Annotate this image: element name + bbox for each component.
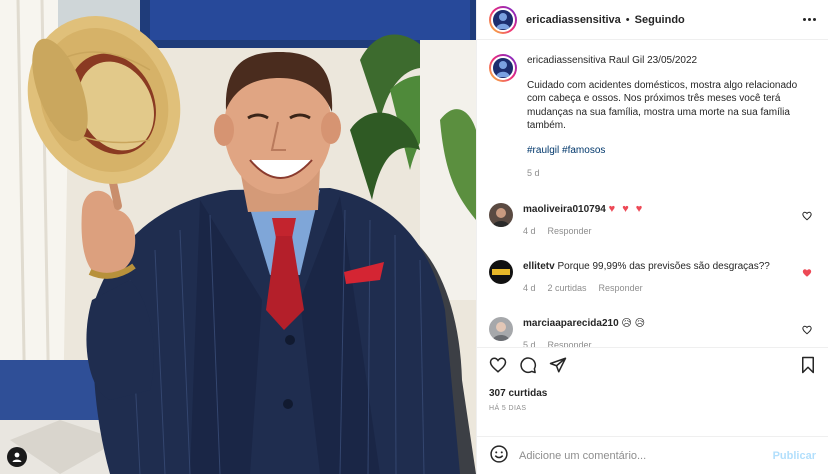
comment-likes[interactable]: 2 curtidas xyxy=(548,282,587,295)
post-side-panel: ericadiassensitiva • Seguindo ericadiass… xyxy=(476,0,828,474)
header-separator: • xyxy=(625,13,630,26)
caption-text: Cuidado com acidentes domésticos, mostra… xyxy=(527,79,798,132)
publish-button[interactable]: Publicar xyxy=(773,450,816,462)
commenter-avatar[interactable] xyxy=(489,259,513,284)
caption-title: Raul Gil 23/05/2022 xyxy=(608,55,698,66)
comment-username[interactable]: ellitetv xyxy=(523,261,555,272)
comment-username[interactable]: maoliveira010794 xyxy=(523,204,606,215)
comment-username[interactable]: marciaaparecida210 xyxy=(523,318,619,329)
posted-ago: HÁ 5 DIAS xyxy=(489,405,527,412)
share-icon[interactable] xyxy=(549,356,567,379)
caption-time: 5 d xyxy=(527,168,540,178)
heart-icon[interactable] xyxy=(802,265,812,283)
reply-button[interactable]: Responder xyxy=(548,225,592,238)
author-avatar[interactable] xyxy=(489,5,517,34)
heart-icon[interactable] xyxy=(802,322,812,340)
emoji-icon[interactable] xyxy=(489,444,509,467)
follow-status-button[interactable]: Seguindo xyxy=(635,14,685,26)
comment-input[interactable] xyxy=(519,449,773,462)
comment-text: Porque 99,99% das previsões são desgraça… xyxy=(557,260,770,272)
comment-item: marciaaparecida210 😥 😥 5 d Responder xyxy=(489,316,816,348)
comment-icon[interactable] xyxy=(519,356,537,379)
post-image xyxy=(0,0,476,474)
instagram-post: ericadiassensitiva • Seguindo ericadiass… xyxy=(0,0,828,474)
bookmark-icon[interactable] xyxy=(800,356,816,379)
reply-button[interactable]: Responder xyxy=(599,282,643,295)
comment-time: 4 d xyxy=(523,225,536,236)
post-header: ericadiassensitiva • Seguindo xyxy=(477,0,828,40)
author-username[interactable]: ericadiassensitiva xyxy=(526,14,621,26)
user-tag-icon[interactable] xyxy=(7,447,27,467)
comments-list[interactable]: ericadiassensitiva Raul Gil 23/05/2022 C… xyxy=(477,40,828,347)
comment-text: 😥 😥 xyxy=(621,317,646,329)
more-icon[interactable] xyxy=(803,18,816,21)
heart-icon[interactable] xyxy=(802,208,812,226)
comment-time: 5 d xyxy=(523,339,536,348)
comment-text: ♥ ♥ ♥ xyxy=(608,202,645,215)
reply-button[interactable]: Responder xyxy=(548,339,592,348)
heart-icon[interactable] xyxy=(489,356,507,379)
caption-username[interactable]: ericadiassensitiva xyxy=(527,55,606,66)
commenter-avatar[interactable] xyxy=(489,202,513,227)
post-actions: 307 curtidas HÁ 5 DIAS xyxy=(477,347,828,436)
caption-hashtags[interactable]: #raulgil #famosos xyxy=(527,144,816,158)
commenter-avatar[interactable] xyxy=(489,316,513,341)
likes-count[interactable]: 307 curtidas xyxy=(489,388,816,399)
comment-time: 4 d xyxy=(523,282,536,293)
post-caption: ericadiassensitiva Raul Gil 23/05/2022 C… xyxy=(489,54,816,181)
comment-item: maoliveira010794 ♥ ♥ ♥ 4 d Responder xyxy=(489,202,816,238)
post-photo[interactable] xyxy=(0,0,476,474)
comment-item: ellitetv Porque 99,99% das previsões são… xyxy=(489,259,816,295)
caption-avatar[interactable] xyxy=(489,54,517,82)
add-comment-bar: Publicar xyxy=(477,436,828,474)
